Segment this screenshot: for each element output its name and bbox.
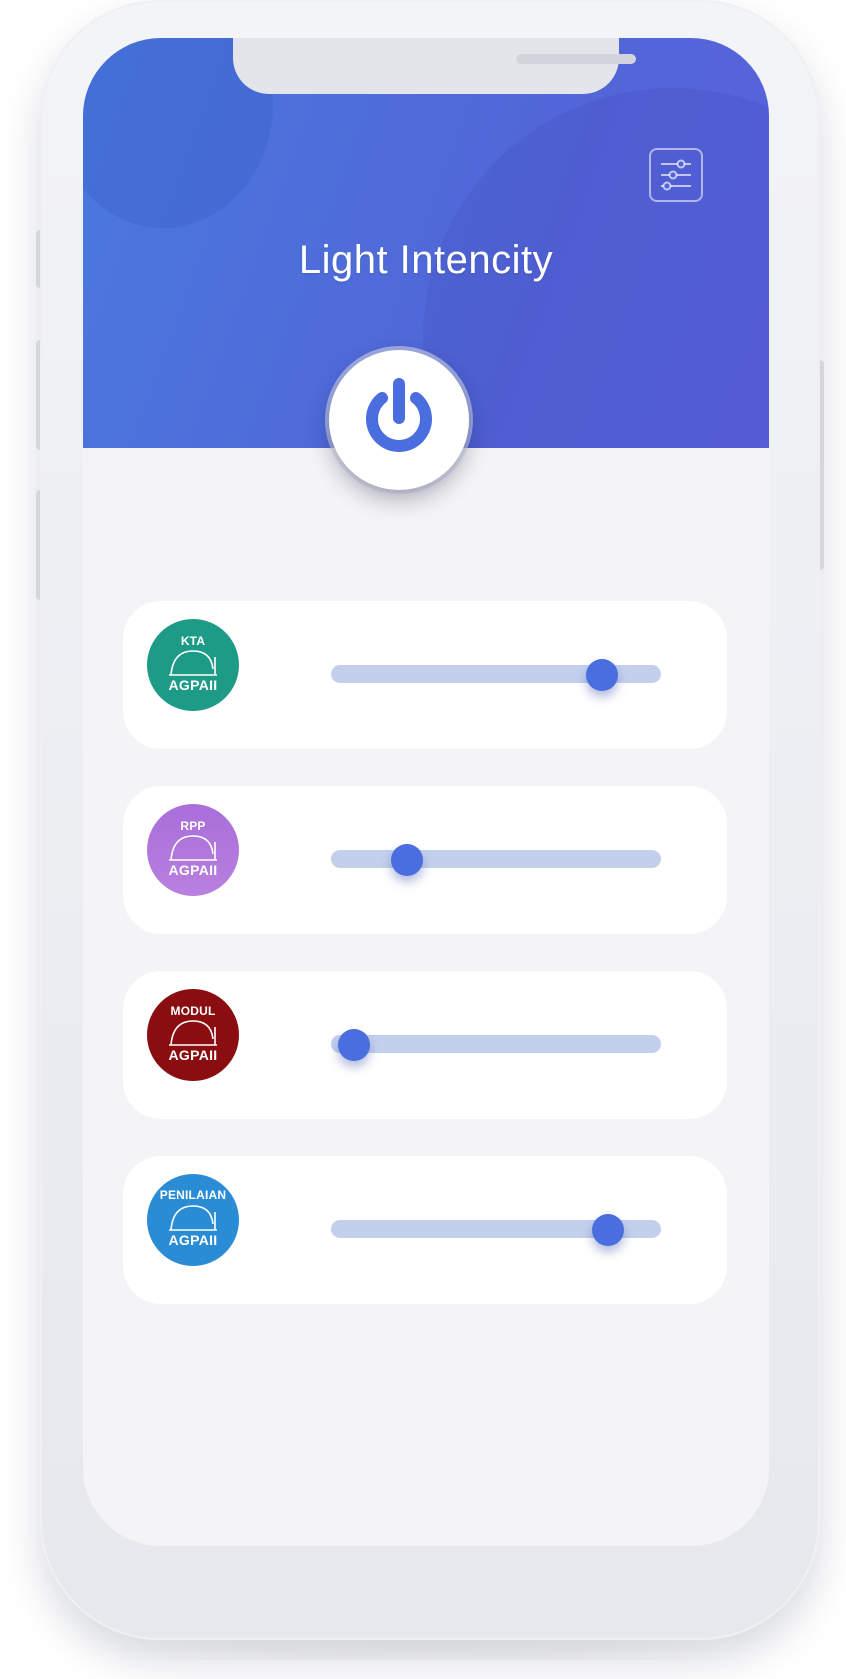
intensity-slider[interactable] (331, 1156, 661, 1304)
sliders-settings-icon[interactable] (649, 148, 703, 202)
slider-thumb[interactable] (338, 1029, 371, 1061)
badge-bottom-label: AGPAII (168, 1047, 218, 1063)
kta-agpaii-logo: KTA AGPAII (147, 619, 239, 711)
phone-screen: Light Intencity KTA AGPAII RPP AGPAII MO… (83, 38, 769, 1546)
penilaian-agpaii-logo: PENILAIAN AGPAII (147, 1174, 239, 1266)
badge-top-label: PENILAIAN (159, 1188, 227, 1202)
intensity-slider[interactable] (331, 601, 661, 749)
slider-thumb[interactable] (390, 844, 423, 876)
dome-icon (169, 1020, 217, 1046)
control-card-modul: MODUL AGPAII (123, 971, 727, 1119)
slider-thumb[interactable] (592, 1214, 625, 1246)
power-button[interactable] (329, 350, 469, 490)
rpp-agpaii-logo: RPP AGPAII (147, 804, 239, 896)
power-icon (366, 378, 432, 452)
dome-icon (169, 1205, 217, 1231)
dome-icon (169, 650, 217, 676)
slider-track[interactable] (331, 850, 661, 868)
badge-top-label: RPP (180, 819, 206, 833)
control-card-rpp: RPP AGPAII (123, 786, 727, 934)
badge-top-label: MODUL (170, 1004, 216, 1018)
badge-bottom-label: AGPAII (168, 1232, 218, 1248)
control-card-penilaian: PENILAIAN AGPAII (123, 1156, 727, 1304)
badge-top-label: KTA (180, 634, 206, 648)
control-card-kta: KTA AGPAII (123, 601, 727, 749)
dome-icon (169, 835, 217, 861)
modul-agpaii-logo: MODUL AGPAII (147, 989, 239, 1081)
phone-notch (233, 38, 636, 94)
slider-track[interactable] (331, 1035, 661, 1053)
speaker-grille (516, 54, 636, 64)
intensity-slider[interactable] (331, 786, 661, 934)
badge-bottom-label: AGPAII (168, 862, 218, 878)
slider-thumb[interactable] (585, 659, 618, 691)
badge-bottom-label: AGPAII (168, 677, 218, 693)
page-title: Light Intencity (298, 238, 554, 282)
intensity-slider[interactable] (331, 971, 661, 1119)
